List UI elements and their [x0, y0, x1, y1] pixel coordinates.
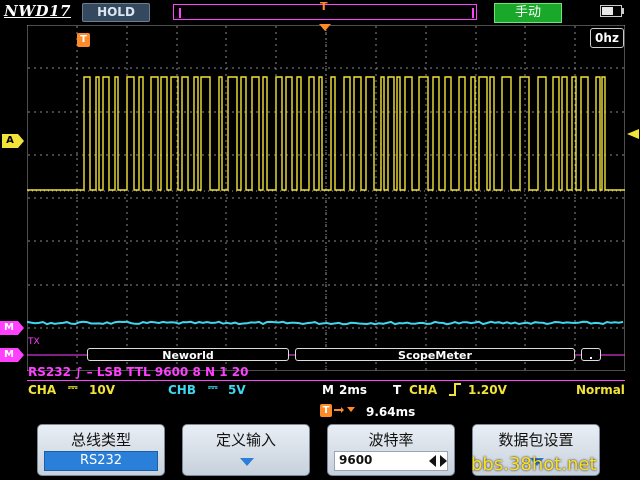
cha-label: CHA [28, 383, 57, 397]
packet-neworld[interactable]: Neworld [87, 348, 289, 362]
frequency-readout: 0hz [590, 28, 624, 48]
trigger-source: CHA [409, 383, 438, 397]
math-marker-1: M [4, 322, 14, 333]
softkey-packet-settings-label: 数据包设置 [498, 431, 574, 449]
delay-trigger-flag: T [320, 404, 332, 417]
dc-coupling-icon-b: ⎓ [208, 380, 218, 394]
channel-a-marker: A [6, 135, 14, 146]
trigger-label: T [393, 383, 402, 397]
trigger-flag: T [77, 33, 90, 47]
packet-scopemeter[interactable]: ScopeMeter [295, 348, 575, 362]
trigger-position-marker: T [320, 0, 328, 13]
softkey-bus-type[interactable]: 总线类型 RS232 [37, 424, 165, 476]
dc-coupling-icon: ⎓ [68, 380, 78, 394]
softkey-bus-type-label: 总线类型 [70, 431, 131, 449]
trigger-bar-left-bracket [179, 8, 181, 18]
watermark: bbs.38hot.net [471, 454, 597, 475]
battery-level [602, 7, 613, 15]
brand-logo: NWD17 [4, 2, 71, 20]
decode-divider [27, 380, 625, 381]
waveform-display[interactable] [27, 25, 625, 371]
mode-button[interactable]: 手动 [494, 3, 562, 23]
trigger-level: 1.20V [468, 383, 507, 397]
battery-tip [622, 8, 624, 14]
softkey-baud-rate[interactable]: 波特率 9600 [327, 424, 455, 476]
left-right-arrows-icon[interactable] [429, 455, 447, 467]
trigger-bar-right-bracket [472, 8, 474, 18]
softkey-baud-rate-label: 波特率 [368, 431, 414, 449]
trigger-mode: Normal [576, 383, 625, 397]
softkey-define-input[interactable]: 定义输入 [182, 424, 310, 476]
timebase-label: M [322, 383, 334, 397]
baud-rate-value: 9600 [339, 453, 373, 467]
chb-scale: 5V [228, 383, 246, 397]
triangle-down-icon [240, 458, 254, 466]
math-marker-2: M [4, 349, 14, 360]
bus-type-value[interactable]: RS232 [44, 451, 158, 471]
delay-value: 9.64ms [366, 405, 416, 419]
softkey-define-input-label: 定义输入 [215, 431, 276, 449]
chb-label: CHB [168, 383, 196, 397]
trigger-time-arrow-icon [319, 24, 331, 31]
timebase-value: 2ms [339, 383, 367, 397]
baud-rate-field[interactable]: 9600 [334, 451, 448, 471]
tx-label: TX [28, 337, 40, 347]
decode-config: RS232 ∫ – LSB TTL 9600 8 N 1 20 [28, 365, 249, 379]
cha-scale: 10V [89, 383, 115, 397]
packet-dot[interactable]: . [581, 348, 601, 362]
delay-arrow-icon [334, 407, 355, 413]
rising-edge-icon [449, 383, 461, 396]
trigger-level-arrow-icon [627, 129, 639, 139]
hold-button[interactable]: HOLD [82, 3, 150, 22]
